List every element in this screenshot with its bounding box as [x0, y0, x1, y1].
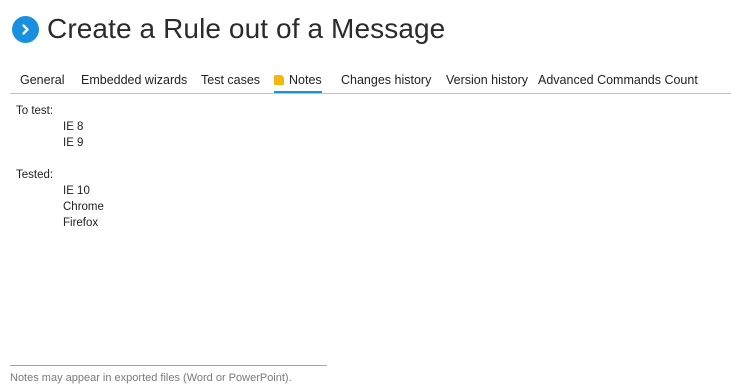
tab-test-cases[interactable]: Test cases: [201, 73, 260, 91]
tab-notes-label: Notes: [289, 73, 322, 87]
title-row: Create a Rule out of a Message: [12, 12, 445, 46]
tab-advanced-commands-count[interactable]: Advanced Commands Count: [538, 73, 698, 91]
tab-embedded-wizards[interactable]: Embedded wizards: [81, 73, 187, 91]
page: Create a Rule out of a Message General E…: [0, 0, 731, 388]
list-item: IE 9: [63, 137, 84, 149]
tab-bar: General Embedded wizards Test cases Note…: [10, 70, 731, 94]
tab-notes[interactable]: Notes: [274, 73, 322, 93]
section-heading: To test:: [16, 105, 54, 117]
notes-section-to-test: To test: IE 8 IE 9: [16, 103, 104, 151]
note-icon: [274, 75, 284, 85]
footer-divider: [10, 365, 327, 366]
list-item: IE 8: [63, 121, 84, 133]
notes-content[interactable]: To test: IE 8 IE 9 Tested: IE 10 Chrome …: [16, 103, 104, 247]
page-title: Create a Rule out of a Message: [47, 13, 446, 44]
notes-section-tested: Tested: IE 10 Chrome Firefox: [16, 167, 104, 231]
list-item: Chrome: [63, 201, 104, 213]
footer-note: Notes may appear in exported files (Word…: [10, 372, 292, 384]
tab-general[interactable]: General: [20, 73, 64, 91]
list-item: IE 10: [63, 185, 90, 197]
chevron-right-circle-icon[interactable]: [12, 15, 39, 43]
list-item: Firefox: [63, 217, 99, 229]
section-heading: Tested:: [16, 169, 54, 181]
tab-changes-history[interactable]: Changes history: [341, 73, 431, 91]
tab-version-history[interactable]: Version history: [446, 73, 528, 91]
